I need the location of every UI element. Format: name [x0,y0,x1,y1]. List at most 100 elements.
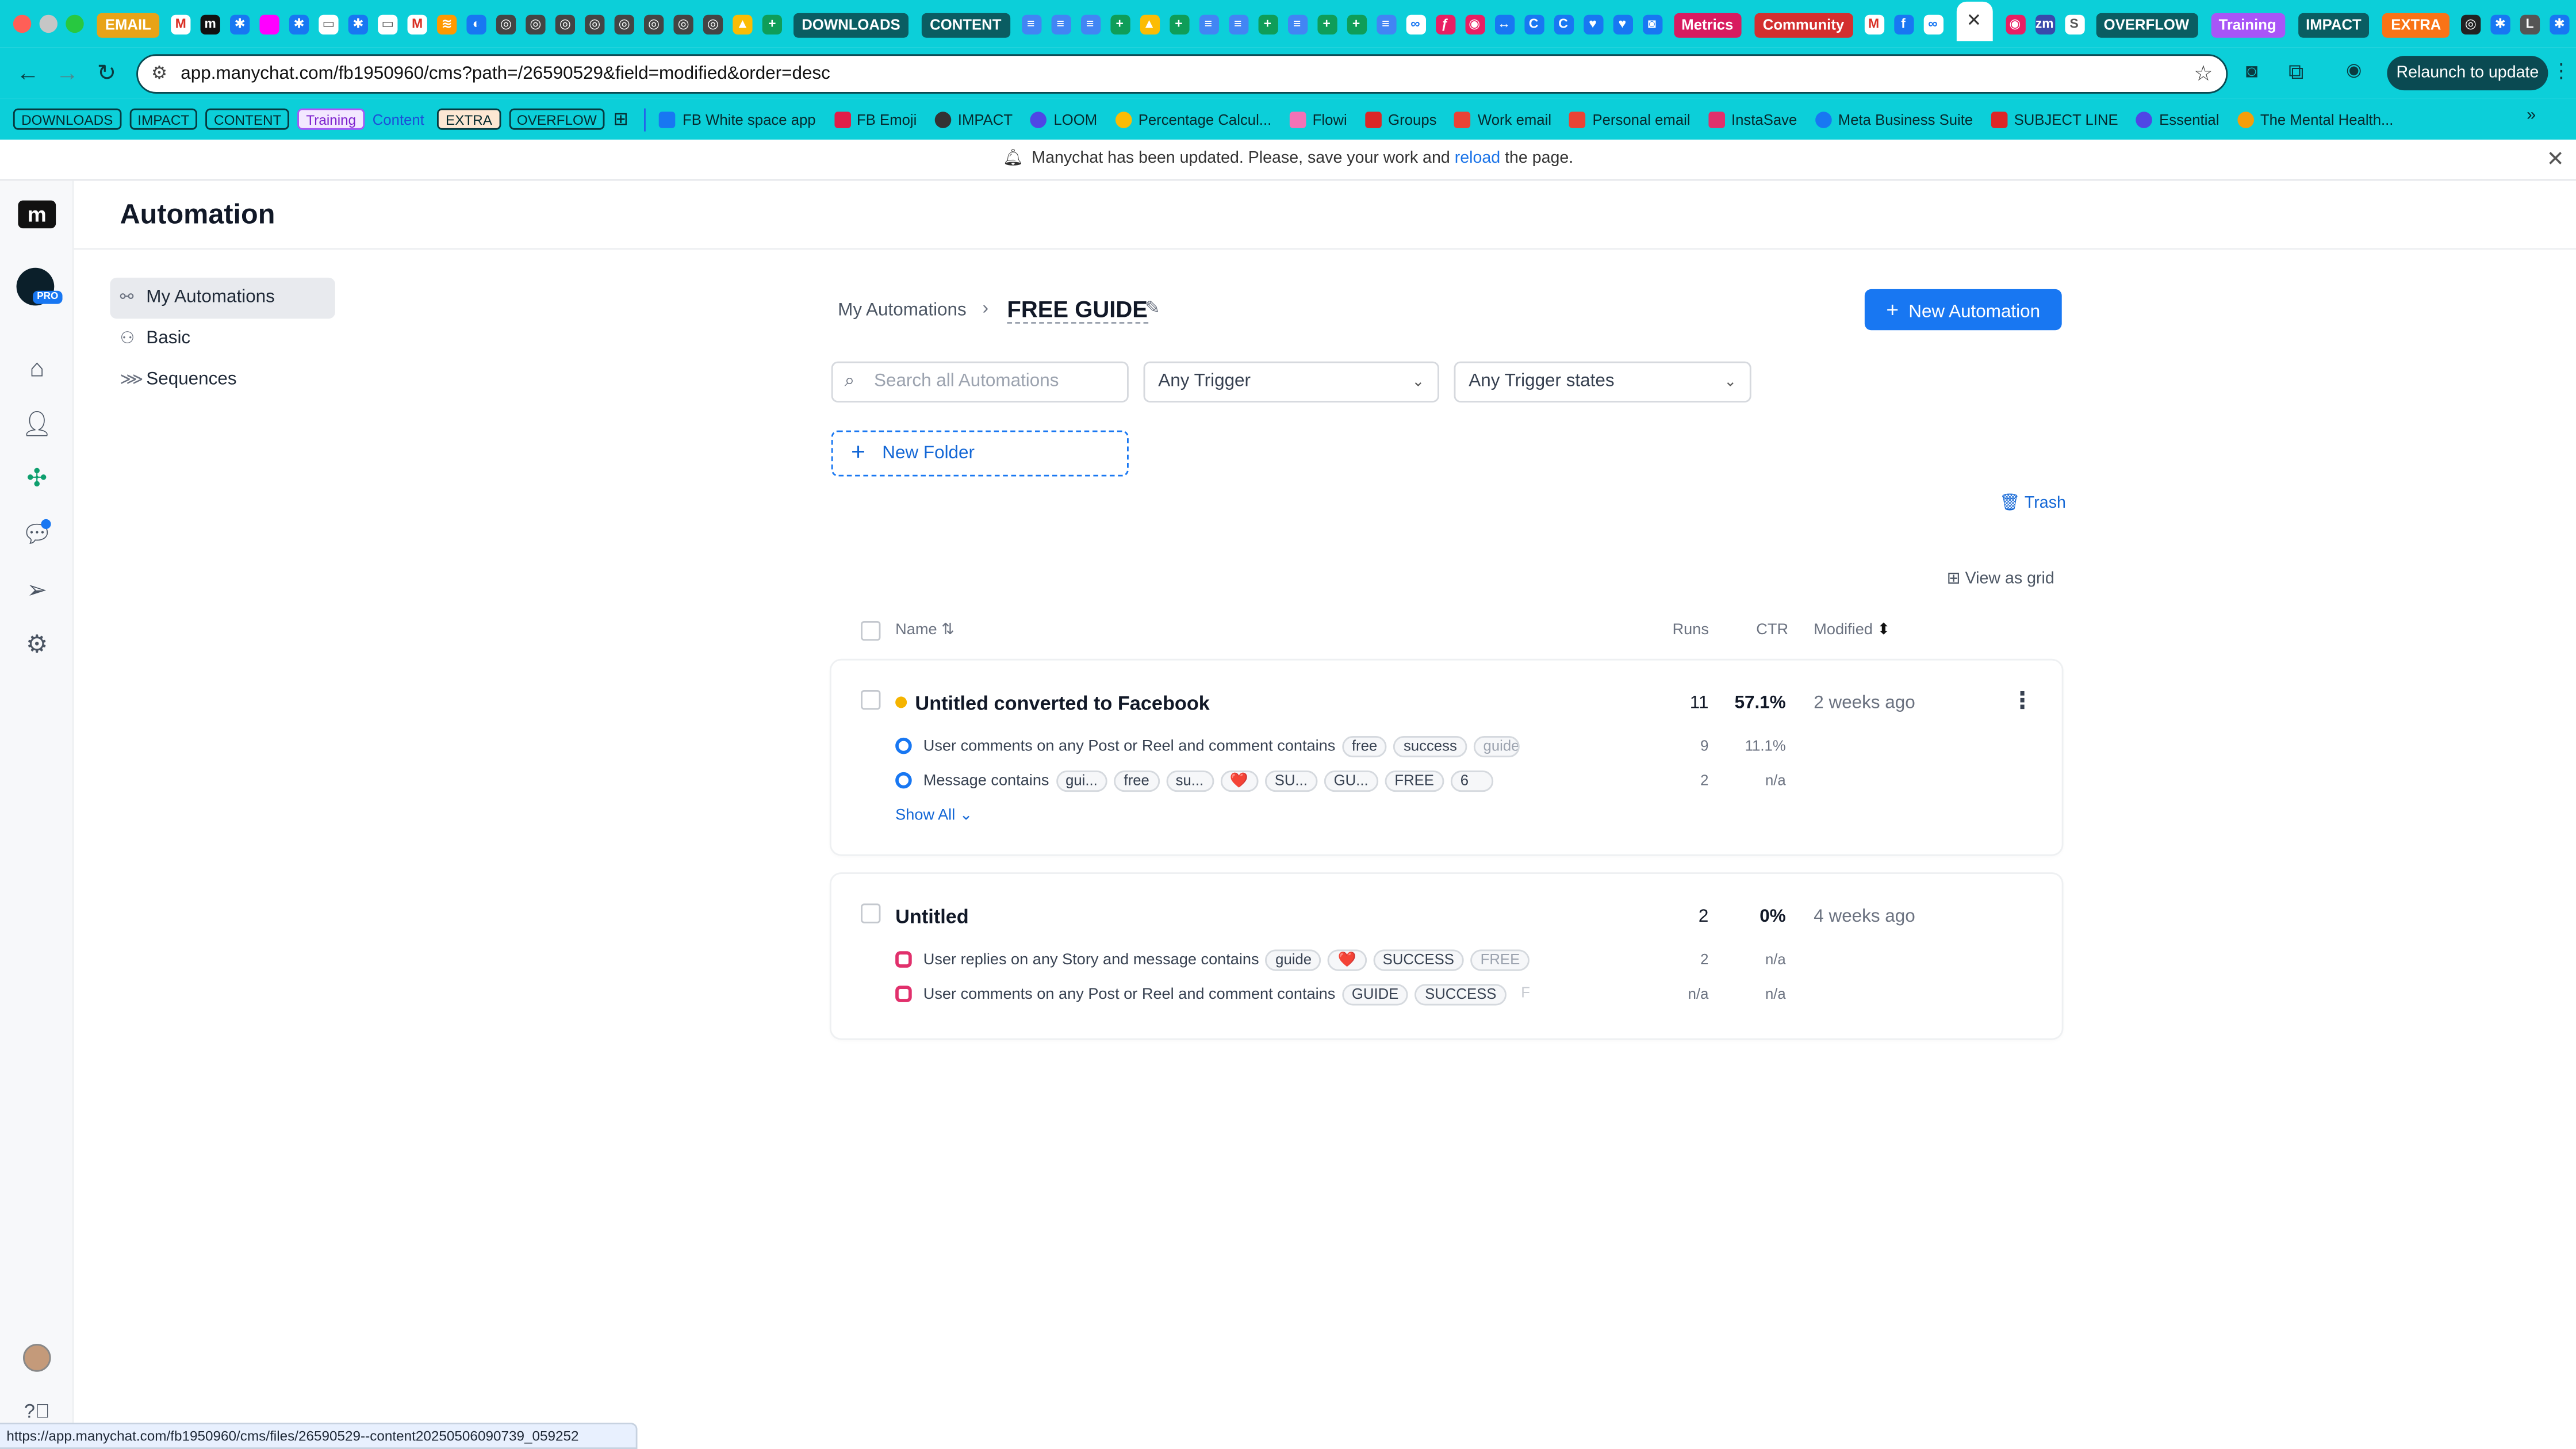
instagram-tab-icon[interactable]: ◉ [1465,14,1485,34]
address-bar[interactable]: ⚙ app.manychat.com/fb1950960/cms?path=/2… [136,54,2228,94]
tab-group-metrics[interactable]: Metrics [1673,12,1742,37]
close-window-icon[interactable] [13,14,32,33]
show-all-link[interactable]: Show All ⌄ [895,807,972,825]
gmail-tab-icon[interactable]: M [407,14,427,34]
bookmark-work-email[interactable]: Work email [1454,110,1551,128]
sidebar-item-sequences[interactable]: ⋙ Sequences [110,360,335,401]
bookmark-flowi[interactable]: Flowi [1289,110,1347,128]
folder-title[interactable]: FREE GUIDE [1007,296,1148,324]
sheets-tab-icon[interactable]: + [1110,14,1130,34]
edit-pencil-icon[interactable]: ✎ [1145,297,1160,319]
active-tab-close-icon[interactable]: ✕ [1956,1,1992,41]
tab-group-content[interactable]: CONTENT [921,12,1010,37]
sheets-tab-icon[interactable]: + [762,14,782,34]
tab-favicon-icon[interactable]: C [1524,14,1544,34]
view-as-grid-button[interactable]: ⊞ View as grid [1947,570,2054,588]
bookmark-essential[interactable]: Essential [2136,110,2219,128]
tab-favicon-icon[interactable]: ✱ [2549,14,2570,34]
docs-tab-icon[interactable]: ≡ [1051,14,1071,34]
tab-favicon-icon[interactable]: ◎ [703,14,723,34]
sheets-tab-icon[interactable]: + [1258,14,1278,34]
sheets-tab-icon[interactable]: + [1168,14,1189,34]
meta-tab-icon[interactable]: ∞ [1923,14,1943,34]
minimize-window-icon[interactable] [39,14,57,33]
bookmark-star-icon[interactable]: ☆ [2194,61,2213,87]
url-text[interactable]: app.manychat.com/fb1950960/cms?path=/265… [181,64,830,83]
bookmark-folder-training[interactable]: Training [298,108,365,130]
docs-tab-icon[interactable]: ≡ [1228,14,1248,34]
reload-icon[interactable]: ↻ [97,59,117,87]
tab-favicon-icon[interactable]: zm [2034,14,2054,34]
bookmark-percentage-calculator[interactable]: Percentage Calcul... [1115,110,1271,128]
column-header-ctr[interactable]: CTR [1756,621,1788,639]
tab-group-overflow[interactable]: OVERFLOW [2095,12,2198,37]
bookmark-folder-impact[interactable]: IMPACT [129,108,198,130]
tab-favicon-icon[interactable]: ≋ [437,14,457,34]
close-notice-icon[interactable]: ✕ [2547,140,2564,179]
automation-title[interactable]: Untitled converted to Facebook [915,692,1209,715]
column-header-modified[interactable]: Modified ⬍ [1814,621,1890,639]
sidebar-item-basic[interactable]: ⚇ Basic [110,319,335,359]
tab-favicon-icon[interactable]: ◎ [496,14,516,34]
more-options-icon[interactable]: ⋮ [2011,687,2034,715]
column-header-name[interactable]: Name ⇅ [895,621,954,639]
tab-favicon-icon[interactable]: C [1553,14,1573,34]
meta-tab-icon[interactable]: ∞ [1405,14,1425,34]
tab-favicon-icon[interactable]: ◎ [2460,14,2481,34]
user-avatar[interactable] [23,1344,51,1372]
bookmark-personal-email[interactable]: Personal email [1569,110,1690,128]
drive-tab-icon[interactable]: ▲ [733,14,753,34]
tab-favicon-icon[interactable]: ▭ [319,14,339,34]
tab-group-downloads[interactable]: DOWNLOADS [793,12,908,37]
automation-icon[interactable]: ✣ [21,463,52,494]
home-icon[interactable]: ⌂ [21,353,52,384]
tab-group-extra[interactable]: EXTRA [2382,12,2450,37]
facebook-tab-icon[interactable]: f [1893,14,1914,34]
broadcast-icon[interactable]: ➢ [21,575,52,606]
docs-tab-icon[interactable]: ≡ [1375,14,1396,34]
sheets-tab-icon[interactable]: + [1317,14,1337,34]
sheets-tab-icon[interactable]: + [1346,14,1366,34]
docs-tab-icon[interactable]: ≡ [1021,14,1041,34]
bookmark-content[interactable]: Content [373,111,424,128]
bookmark-impact[interactable]: IMPACT [934,110,1013,128]
automation-card[interactable]: Untitled 2 0% 4 weeks ago User replies o… [831,874,2062,1038]
automation-card[interactable]: Untitled converted to Facebook 11 57.1% … [831,660,2062,854]
bookmark-folder-extra[interactable]: EXTRA [437,108,501,130]
sidebar-item-my-automations[interactable]: ⚯ My Automations [110,277,335,319]
settings-gear-icon[interactable]: ⚙ [21,629,52,660]
extension-icon[interactable]: ◙ [2246,59,2258,82]
tab-favicon-icon[interactable]: ◎ [555,14,575,34]
bookmark-fb-white-space[interactable]: FB White space app [660,110,816,128]
tab-favicon-icon[interactable]: ✱ [230,14,250,34]
tab-group-training[interactable]: Training [2210,12,2284,37]
extensions-puzzle-icon[interactable]: ⧉ [2288,59,2304,86]
tab-favicon-icon[interactable]: ◎ [644,14,664,34]
bookmark-mental-health[interactable]: The Mental Health... [2237,110,2393,128]
tab-favicon-icon[interactable]: ƒ [1435,14,1455,34]
trigger-state-filter-select[interactable]: Any Trigger states ⌄ [1454,361,1751,402]
drive-tab-icon[interactable]: ▲ [1139,14,1159,34]
manychat-tab-icon[interactable]: m [200,14,220,34]
bookmark-folder-content[interactable]: CONTENT [205,108,290,130]
column-header-runs[interactable]: Runs [1673,621,1709,639]
trash-link[interactable]: 🗑︎ Trash [1999,494,2066,512]
more-bookmarks-icon[interactable]: » [2527,107,2536,125]
apps-grid-icon[interactable]: ⊞ [613,109,628,129]
bookmark-fb-emoji[interactable]: FB Emoji [834,110,917,128]
row-checkbox[interactable] [861,690,881,710]
select-all-checkbox[interactable] [861,621,881,641]
tab-favicon-icon[interactable]: L [2520,14,2540,34]
trigger-rule[interactable]: User comments on any Post or Reel and co… [895,983,1538,1006]
trigger-rule[interactable]: User comments on any Post or Reel and co… [895,734,1520,757]
profile-avatar-icon[interactable]: ◉ [2346,59,2362,80]
tab-favicon-icon[interactable]: ◎ [585,14,605,34]
new-automation-button[interactable]: + New Automation [1864,289,2062,331]
gmail-tab-icon[interactable]: M [171,14,191,34]
tab-group-impact[interactable]: IMPACT [2297,12,2370,37]
tab-favicon-icon[interactable]: ✱ [2490,14,2510,34]
tab-favicon-icon[interactable]: ◎ [526,14,546,34]
manychat-logo[interactable]: m [18,200,56,229]
reload-link[interactable]: reload [1455,150,1500,167]
tab-group-community[interactable]: Community [1754,12,1853,37]
